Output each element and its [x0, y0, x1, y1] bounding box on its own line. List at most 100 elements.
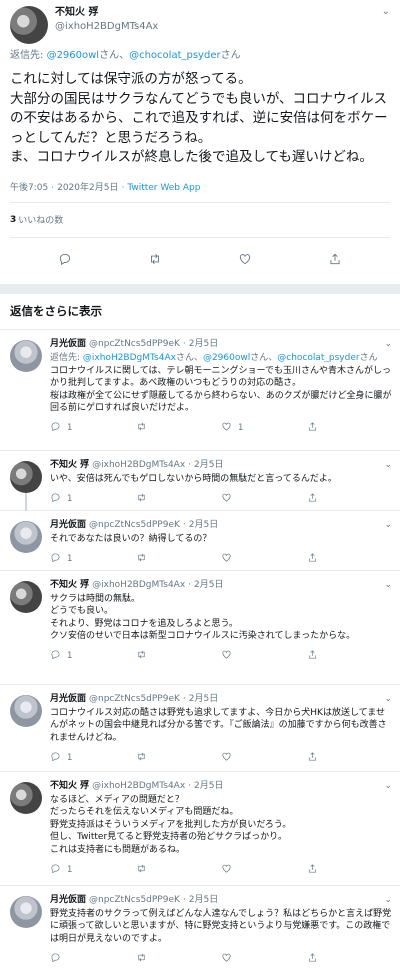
- reply-content: 月光仮面 @npcZtNcs5dPP9eK · 2月5日 ⌄ コロナウイルス対応…: [50, 693, 392, 771]
- reply-count: 1: [67, 752, 73, 763]
- share-icon[interactable]: [328, 251, 342, 270]
- chevron-down-icon[interactable]: ⌄: [384, 459, 392, 472]
- like-action[interactable]: [221, 751, 307, 765]
- reply-author-handle[interactable]: @npcZtNcs5dPP9eK: [89, 519, 180, 532]
- author-name[interactable]: 不知火 殍: [55, 6, 158, 20]
- reply-to-link[interactable]: @2960owl: [203, 353, 250, 363]
- reply-author-name[interactable]: 不知火 殍: [50, 459, 89, 472]
- reply-author-name[interactable]: 不知火 殍: [50, 579, 89, 592]
- chevron-down-icon[interactable]: ⌄: [384, 579, 392, 592]
- reply-date[interactable]: 2月5日: [194, 579, 223, 592]
- retweet-action[interactable]: [136, 863, 222, 877]
- reply-tweet[interactable]: 月光仮面 @npcZtNcs5dPP9eK · 2月5日 ⌄ 野党支持者のサクラ…: [0, 886, 400, 972]
- reply-action[interactable]: 1: [50, 552, 136, 566]
- avatar[interactable]: [10, 781, 42, 814]
- reply-tweet[interactable]: 月光仮面 @npcZtNcs5dPP9eK · 2月5日 ⌄ 返信先: @ixh…: [0, 330, 400, 451]
- reply-author-handle[interactable]: @ixhoH2BDgMTs4Ax: [92, 780, 185, 793]
- avatar[interactable]: [10, 895, 42, 928]
- reply-author-handle[interactable]: @ixhoH2BDgMTs4Ax: [92, 579, 185, 592]
- reply-author-name[interactable]: 月光仮面: [50, 519, 86, 532]
- reply-tweet[interactable]: 不知火 殍 @ixhoH2BDgMTs4Ax · 2月5日 ⌄ いや、安倍は死ん…: [0, 451, 400, 511]
- tweet-source[interactable]: Twitter Web App: [127, 183, 200, 193]
- retweet-action[interactable]: [136, 421, 222, 435]
- share-action[interactable]: [307, 649, 393, 663]
- share-action[interactable]: [307, 952, 393, 966]
- reply-date[interactable]: 2月5日: [189, 894, 218, 907]
- chevron-down-icon[interactable]: ⌄: [384, 519, 392, 532]
- author-handle[interactable]: @ixhoH2BDgMTs4Ax: [55, 20, 158, 34]
- reply-action[interactable]: [50, 952, 136, 966]
- retweet-action[interactable]: [136, 751, 222, 765]
- tweet-time[interactable]: 午後7:05: [10, 183, 48, 193]
- reply-content: 不知火 殍 @ixhoH2BDgMTs4Ax · 2月5日 ⌄ いや、安倍は死ん…: [50, 459, 392, 510]
- reply-tweet[interactable]: 月光仮面 @npcZtNcs5dPP9eK · 2月5日 ⌄ それであなたは良い…: [0, 511, 400, 571]
- share-action[interactable]: [307, 421, 393, 435]
- like-action[interactable]: 1: [221, 421, 307, 435]
- reply-tweet[interactable]: 不知火 殍 @ixhoH2BDgMTs4Ax · 2月5日 ⌄ なるほど、メディ…: [0, 772, 400, 886]
- reply-date[interactable]: 2月5日: [189, 519, 218, 532]
- share-action[interactable]: [307, 552, 393, 566]
- reply-count: 1: [67, 493, 73, 504]
- retweet-action[interactable]: [136, 952, 222, 966]
- share-action[interactable]: [307, 492, 393, 506]
- reply-action[interactable]: 1: [50, 421, 136, 435]
- reply-to-link[interactable]: @2960owl: [47, 50, 100, 61]
- like-action[interactable]: [221, 952, 307, 966]
- reply-to-line: 返信先: @2960owlさん、@chocolat_psyderさん: [10, 46, 390, 62]
- like-action[interactable]: [221, 492, 307, 506]
- avatar[interactable]: [10, 460, 42, 493]
- like-action[interactable]: [221, 649, 307, 663]
- retweet-action[interactable]: [136, 552, 222, 566]
- reply-to-link[interactable]: @chocolat_psyder: [129, 50, 220, 61]
- avatar[interactable]: [10, 520, 42, 553]
- chevron-down-icon[interactable]: ⌄: [384, 693, 392, 706]
- more-replies-header[interactable]: 返信をさらに表示: [0, 294, 400, 330]
- reply-author-name[interactable]: 月光仮面: [50, 894, 86, 907]
- reply-author-handle[interactable]: @ixhoH2BDgMTs4Ax: [92, 459, 185, 472]
- reply-date[interactable]: 2月5日: [194, 459, 223, 472]
- reply-date[interactable]: 2月5日: [189, 693, 218, 706]
- reply-count: 1: [67, 423, 73, 434]
- reply-author-name[interactable]: 月光仮面: [50, 338, 86, 351]
- likes-row[interactable]: 3 いいねの数: [10, 203, 390, 237]
- retweet-action[interactable]: [136, 649, 222, 663]
- chevron-down-icon[interactable]: ⌄: [384, 780, 392, 793]
- chevron-down-icon[interactable]: ⌄: [384, 338, 392, 351]
- reply-author-name[interactable]: 不知火 殍: [50, 780, 89, 793]
- reply-content: 月光仮面 @npcZtNcs5dPP9eK · 2月5日 ⌄ 返信先: @ixh…: [50, 338, 392, 450]
- share-action[interactable]: [307, 751, 393, 765]
- reply-tweet[interactable]: 不知火 殍 @ixhoH2BDgMTs4Ax · 2月5日 ⌄ サクラは時間の無…: [0, 571, 400, 685]
- like-action[interactable]: [221, 552, 307, 566]
- retweet-icon[interactable]: [148, 251, 162, 270]
- reply-author-handle[interactable]: @npcZtNcs5dPP9eK: [89, 894, 180, 907]
- reply-to-link[interactable]: @ixhoH2BDgMTs4Ax: [83, 353, 176, 363]
- reply-author-handle[interactable]: @npcZtNcs5dPP9eK: [89, 693, 180, 706]
- like-icon[interactable]: [238, 251, 252, 270]
- reply-action[interactable]: 1: [50, 649, 136, 663]
- reply-to-suffix: さん: [359, 352, 378, 363]
- chevron-down-icon[interactable]: ⌄: [382, 6, 390, 17]
- reply-date[interactable]: 2月5日: [194, 780, 223, 793]
- reply-author-name[interactable]: 月光仮面: [50, 693, 86, 706]
- reply-date[interactable]: 2月5日: [189, 338, 218, 351]
- reply-to-prefix: 返信先:: [10, 50, 47, 61]
- reply-tweet[interactable]: 月光仮面 @npcZtNcs5dPP9eK · 2月5日 ⌄ コロナウイルス対応…: [0, 685, 400, 772]
- reply-action[interactable]: 1: [50, 863, 136, 877]
- reply-icon[interactable]: [58, 251, 72, 270]
- reply-icon: [50, 552, 61, 566]
- reply-author-handle[interactable]: @npcZtNcs5dPP9eK: [89, 338, 180, 351]
- tweet-date[interactable]: 2020年2月5日: [57, 183, 118, 193]
- reply-content: 不知火 殍 @ixhoH2BDgMTs4Ax · 2月5日 ⌄ サクラは時間の無…: [50, 579, 392, 684]
- like-action[interactable]: [221, 863, 307, 877]
- reply-action[interactable]: 1: [50, 751, 136, 765]
- chevron-down-icon[interactable]: ⌄: [384, 894, 392, 907]
- avatar[interactable]: [10, 580, 42, 613]
- avatar[interactable]: [10, 694, 42, 727]
- reply-to-link[interactable]: @chocolat_psyder: [277, 353, 359, 363]
- reply-action[interactable]: 1: [50, 492, 136, 506]
- share-action[interactable]: [307, 863, 393, 877]
- retweet-action[interactable]: [136, 492, 222, 506]
- reply-icon: [50, 751, 61, 765]
- avatar[interactable]: [10, 339, 42, 372]
- avatar[interactable]: [10, 6, 48, 44]
